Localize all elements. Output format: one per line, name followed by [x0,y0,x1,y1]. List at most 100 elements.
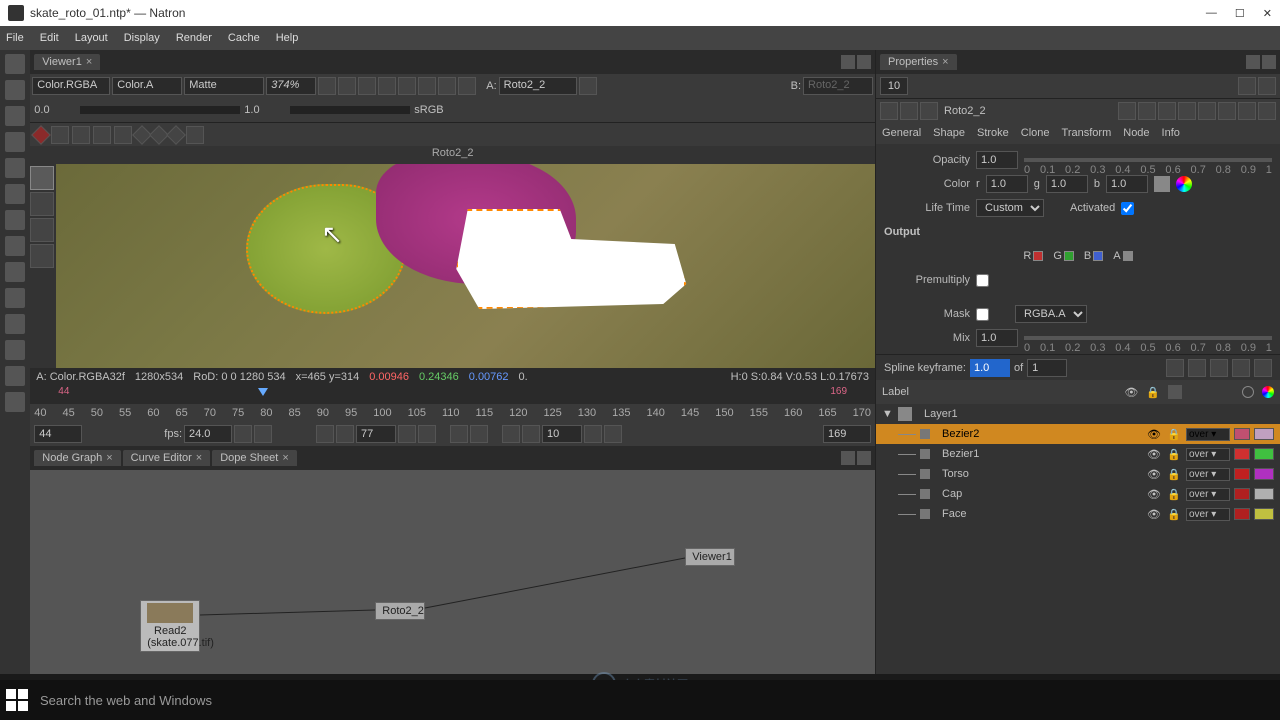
next-frame-button[interactable] [584,425,602,443]
menu-render[interactable]: Render [176,32,212,44]
playhead-icon[interactable] [258,388,268,396]
ptab-node[interactable]: Node [1123,127,1149,139]
points-tool[interactable] [30,192,54,216]
gamma-input[interactable]: 1.0 [244,104,288,116]
next-node-button[interactable] [1178,102,1196,120]
node-roto[interactable]: Roto2_2 [375,602,425,620]
lock-toggle[interactable]: 🔒 [1166,488,1182,501]
panel-close-icon[interactable] [1262,55,1276,69]
last-frame-input[interactable] [823,425,871,443]
lifetime-select[interactable]: Custom [976,199,1044,217]
current-frame-input[interactable] [34,425,82,443]
center-button[interactable] [1198,102,1216,120]
expand-icon[interactable]: ▼ [882,408,894,420]
toolbtn-1[interactable] [5,54,25,74]
toolbtn-8[interactable] [5,236,25,256]
overlay-color-swatch[interactable] [1254,468,1274,480]
fps-input[interactable] [184,425,232,443]
prev-node-button[interactable] [1158,102,1176,120]
taskbar-search[interactable]: Search the web and Windows [40,693,212,708]
lock-toggle[interactable]: 🔒 [1166,448,1182,461]
close-button[interactable]: ✕ [1263,7,1272,20]
shape-color-swatch[interactable] [1234,508,1250,520]
first-frame-button[interactable] [316,425,334,443]
shape-color-swatch[interactable] [1234,428,1250,440]
menu-display[interactable]: Display [124,32,160,44]
max-panels-input[interactable] [880,77,908,95]
redo-button[interactable] [900,102,918,120]
start-button[interactable] [6,689,28,711]
spline-total-input[interactable] [1027,359,1067,377]
maximize-button[interactable]: ☐ [1235,7,1245,20]
ptab-stroke[interactable]: Stroke [977,127,1009,139]
toolbtn-3[interactable] [5,106,25,126]
gain-slider[interactable] [80,106,240,114]
roi-button[interactable] [438,77,456,95]
overlay-color-swatch[interactable] [1254,448,1274,460]
blend-mode-select[interactable]: over ▾ [1186,428,1230,441]
close-panel-button[interactable] [1258,102,1276,120]
ripple-button[interactable] [114,126,132,144]
tripsync-button[interactable] [234,425,252,443]
showtransform-button[interactable] [166,125,186,145]
layer-row[interactable]: Bezier1👁🔒over ▾ [876,444,1280,464]
render-scale-button[interactable] [378,77,396,95]
g-checkbox[interactable] [1064,251,1074,261]
bezier-tool[interactable] [30,218,54,242]
premult-checkbox[interactable] [976,274,989,287]
playmode-button[interactable] [254,425,272,443]
prev-inc-button[interactable] [502,425,520,443]
visibility-toggle[interactable]: 👁 [1146,488,1162,501]
menu-layout[interactable]: Layout [75,32,108,44]
color-r-input[interactable] [986,175,1028,193]
restore-button[interactable] [920,102,938,120]
gain-input[interactable]: 0.0 [34,104,78,116]
visibility-toggle[interactable]: 👁 [1146,508,1162,521]
prev-key-button[interactable] [450,425,468,443]
r-checkbox[interactable] [1033,251,1043,261]
toolbtn-13[interactable] [5,366,25,386]
tab-dope[interactable]: Dope Sheet× [212,450,297,466]
ptab-transform[interactable]: Transform [1062,127,1112,139]
visibility-toggle[interactable]: 👁 [1146,448,1162,461]
sync-viewer-button[interactable] [318,77,336,95]
blend-mode-select[interactable]: over ▾ [1186,448,1230,461]
ptab-shape[interactable]: Shape [933,127,965,139]
lock-toggle[interactable]: 🔒 [1166,508,1182,521]
menu-file[interactable]: File [6,32,24,44]
layer-row[interactable]: Face👁🔒over ▾ [876,504,1280,524]
a-input-select[interactable]: Roto2_2 [499,77,577,95]
toolbtn-7[interactable] [5,210,25,230]
select-tool[interactable] [30,166,54,190]
clear-keys-button[interactable] [1254,359,1272,377]
colorspace-select[interactable]: sRGB [414,104,474,116]
clip-button[interactable] [338,77,356,95]
minimize-button[interactable]: — [1206,7,1217,20]
ptab-clone[interactable]: Clone [1021,127,1050,139]
toolbtn-4[interactable] [5,132,25,152]
next-key2-button[interactable] [1188,359,1206,377]
menu-cache[interactable]: Cache [228,32,260,44]
close-icon[interactable]: × [942,56,948,68]
viewer-canvas[interactable]: ↖ [56,164,875,368]
node-graph[interactable]: Read2 (skate.077.tif) Roto2_2 Viewer1 [30,470,875,674]
shape-color-swatch[interactable] [1234,448,1250,460]
pause-button[interactable] [418,77,436,95]
sticky-button[interactable] [93,126,111,144]
mask-checkbox[interactable] [976,308,989,321]
visibility-toggle[interactable]: 👁 [1146,428,1162,441]
wipe-button[interactable] [579,77,597,95]
toolbtn-6[interactable] [5,184,25,204]
panel-float-icon[interactable] [841,451,855,465]
toolbtn-11[interactable] [5,314,25,334]
ptab-info[interactable]: Info [1162,127,1180,139]
overlay-color-swatch[interactable] [1254,428,1274,440]
lock-toggle[interactable]: 🔒 [1166,428,1182,441]
color-g-input[interactable] [1046,175,1088,193]
multistroke-button[interactable] [186,126,204,144]
tab-properties[interactable]: Properties× [880,54,957,70]
node-viewer[interactable]: Viewer1 [685,548,735,566]
shape-color-swatch[interactable] [1234,488,1250,500]
last-frame-button[interactable] [604,425,622,443]
close-icon[interactable]: × [86,56,92,68]
